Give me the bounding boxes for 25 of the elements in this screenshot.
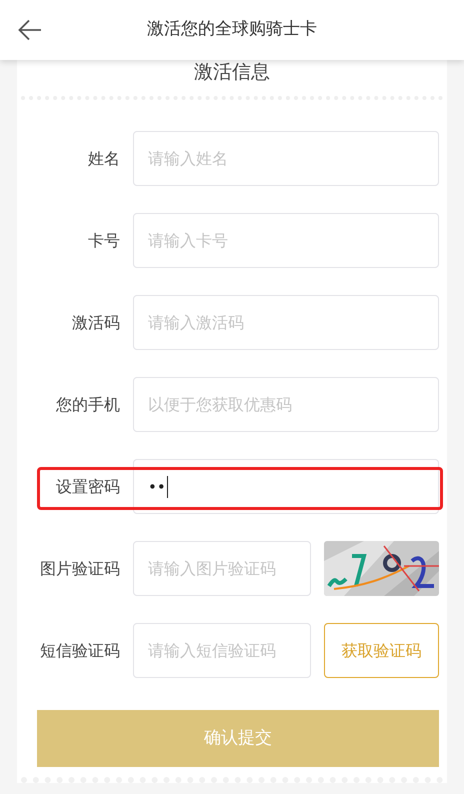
field-label: 激活码 <box>71 312 120 334</box>
submit-button[interactable]: 确认提交 <box>37 710 439 767</box>
field-label: 姓名 <box>87 148 120 170</box>
card-title: 激活信息 <box>194 60 270 84</box>
input-field[interactable]: 以便于您获取优惠码 <box>133 377 439 432</box>
page-title: 激活您的全球购骑士卡 <box>147 18 317 42</box>
input-field[interactable]: 请输入姓名 <box>133 131 439 186</box>
placeholder-text: 请输入姓名 <box>148 148 228 170</box>
back-icon[interactable] <box>18 19 42 41</box>
get-code-button[interactable]: 获取验证码 <box>324 623 439 678</box>
field-label: 短信验证码 <box>39 640 120 662</box>
input-field[interactable]: 请输入激活码 <box>133 295 439 350</box>
placeholder-text: 请输入短信验证码 <box>148 640 276 662</box>
field-label: 设置密码 <box>55 476 120 498</box>
field-label: 卡号 <box>87 230 120 252</box>
input-field[interactable]: 请输入图片验证码 <box>133 541 311 596</box>
field-label: 图片验证码 <box>39 558 120 580</box>
placeholder-text: 以便于您获取优惠码 <box>148 394 292 416</box>
password-value: •• <box>148 476 168 498</box>
input-field[interactable]: 请输入短信验证码 <box>133 623 311 678</box>
field-label: 您的手机 <box>55 394 120 416</box>
placeholder-text: 请输入图片验证码 <box>148 558 276 580</box>
placeholder-text: 请输入激活码 <box>148 312 244 334</box>
input-field[interactable]: 请输入卡号 <box>133 213 439 268</box>
placeholder-text: 请输入卡号 <box>148 230 228 252</box>
